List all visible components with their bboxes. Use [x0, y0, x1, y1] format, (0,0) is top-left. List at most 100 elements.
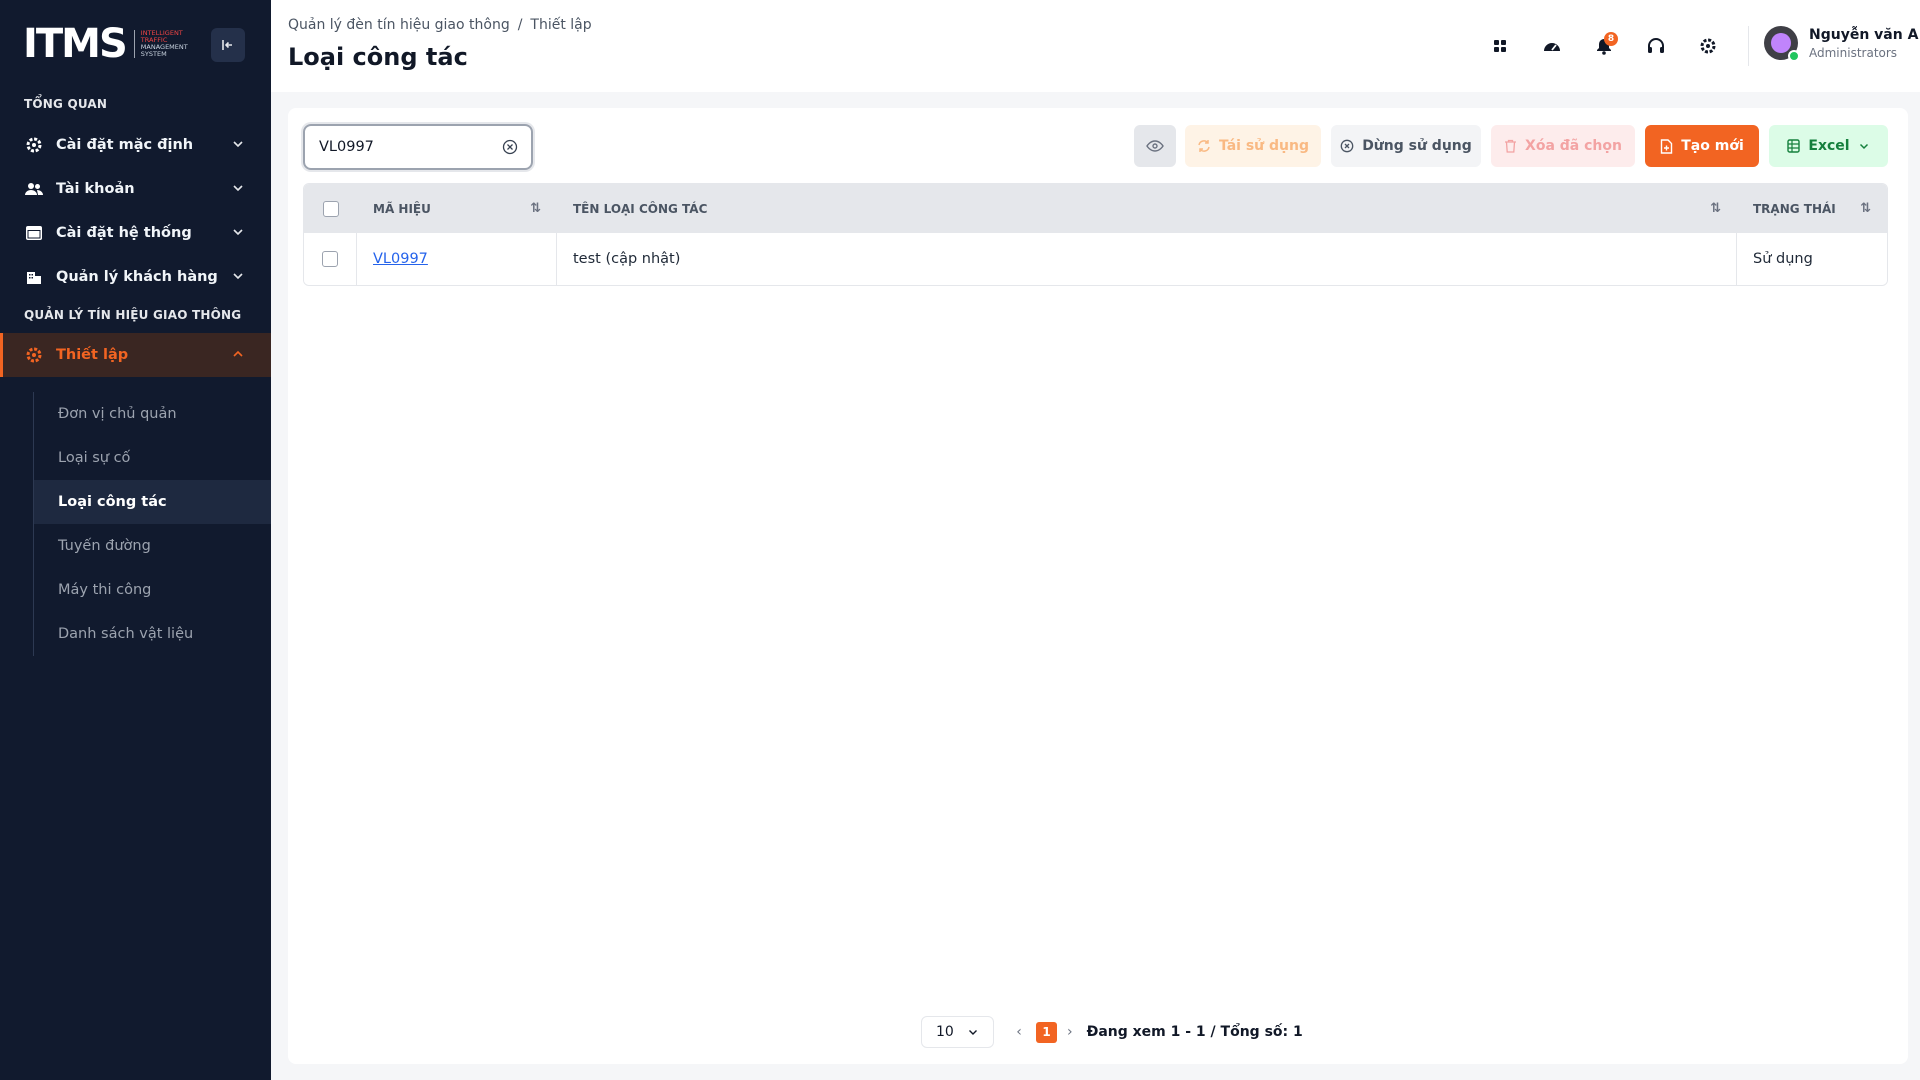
refresh-icon	[1198, 140, 1210, 152]
excel-export-button[interactable]: Excel	[1769, 125, 1888, 167]
search-input[interactable]	[319, 139, 501, 155]
sidebar-item-label: Thiết lập	[56, 347, 129, 363]
gear-icon	[24, 345, 44, 365]
section-title-overview: TỔNG QUAN	[24, 97, 108, 111]
header-actions: 8	[1482, 28, 1742, 64]
notifications-button[interactable]: 8	[1586, 28, 1622, 64]
breadcrumb-separator: /	[517, 17, 523, 33]
sidebar: ITMS INTELLIGENT TRAFFIC MANAGEMENT SYST…	[0, 0, 271, 1080]
column-header-status[interactable]: TRẠNG THÁI ⇅	[1737, 184, 1887, 233]
notification-badge: 8	[1604, 32, 1618, 46]
table-header: MÃ HIỆU ⇅ TÊN LOẠI CÔNG TÁC ⇅ TRẠNG THÁI…	[304, 184, 1887, 233]
window-icon	[24, 223, 44, 243]
logo-subtitle: INTELLIGENT TRAFFIC MANAGEMENT SYSTEM	[133, 30, 194, 58]
toggle-columns-button[interactable]	[1134, 125, 1176, 167]
column-header-label: TRẠNG THÁI	[1753, 201, 1836, 216]
file-plus-icon	[1661, 138, 1673, 154]
headset-icon	[1648, 38, 1664, 53]
user-info: Nguyễn văn A Administrators	[1809, 27, 1918, 60]
chevron-down-icon	[1859, 143, 1868, 150]
sidebar-item-label: Quản lý khách hàng	[56, 269, 218, 285]
delete-selected-label: Xóa đã chọn	[1525, 138, 1622, 154]
sort-icon[interactable]: ⇅	[530, 201, 541, 216]
collapse-left-icon	[222, 40, 232, 50]
grid-icon	[1494, 40, 1506, 52]
settings-button[interactable]	[1690, 28, 1726, 64]
submenu-item-incident-type[interactable]: Loại sự cố	[34, 436, 271, 480]
row-checkbox[interactable]	[322, 251, 338, 267]
status-cell: Sử dụng	[1753, 251, 1813, 267]
sidebar-item-label: Tài khoản	[56, 181, 135, 197]
prev-page-icon[interactable]: ‹	[1012, 1024, 1026, 1040]
submenu-item-routes[interactable]: Tuyến đường	[34, 524, 271, 568]
chevron-down-icon	[233, 273, 243, 280]
eye-icon	[1146, 140, 1164, 152]
search-box	[303, 124, 533, 170]
submenu-item-machines[interactable]: Máy thi công	[34, 568, 271, 612]
name-cell: test (cập nhật)	[557, 233, 1737, 285]
sidebar-item-label: Cài đặt hệ thống	[56, 225, 192, 241]
main-card: Tái sử dụng Dừng sử dụng Xóa đã chọn Tạo…	[288, 108, 1908, 1064]
logo-mark: ITMS	[23, 21, 128, 67]
chevron-up-icon	[233, 350, 243, 357]
column-header-label: MÃ HIỆU	[373, 201, 431, 216]
setup-submenu: Đơn vị chủ quản Loại sự cố Loại công tác…	[33, 392, 271, 656]
apps-button[interactable]	[1482, 28, 1518, 64]
code-link[interactable]: VL0997	[373, 251, 428, 267]
sidebar-item-system-settings[interactable]: Cài đặt hệ thống	[0, 211, 271, 255]
users-icon	[24, 179, 44, 199]
building-icon	[24, 267, 44, 287]
header-checkbox-cell	[304, 184, 357, 233]
chevron-down-icon	[233, 141, 243, 148]
chevron-down-icon	[233, 185, 243, 192]
sidebar-item-accounts[interactable]: Tài khoản	[0, 167, 271, 211]
breadcrumb: Quản lý đèn tín hiệu giao thông / Thiết …	[288, 17, 592, 33]
stop-use-button[interactable]: Dừng sử dụng	[1331, 125, 1481, 167]
breadcrumb-item-setup[interactable]: Thiết lập	[530, 17, 591, 33]
avatar	[1764, 26, 1800, 62]
stop-use-label: Dừng sử dụng	[1362, 138, 1472, 154]
table-row[interactable]: VL0997 test (cập nhật) Sử dụng	[304, 233, 1887, 285]
sort-icon[interactable]: ⇅	[1860, 201, 1871, 216]
dashboard-button[interactable]	[1534, 28, 1570, 64]
avatar-image	[1771, 33, 1791, 53]
breadcrumb-item-traffic[interactable]: Quản lý đèn tín hiệu giao thông	[288, 17, 510, 33]
user-name: Nguyễn văn A	[1809, 26, 1919, 43]
trash-icon	[1505, 139, 1517, 153]
sort-icon[interactable]: ⇅	[1710, 201, 1721, 216]
create-new-button[interactable]: Tạo mới	[1645, 125, 1759, 167]
gear-icon	[1700, 38, 1716, 54]
online-status-dot	[1788, 50, 1800, 62]
clear-search-icon[interactable]	[501, 138, 519, 156]
header-divider	[1748, 26, 1749, 66]
chevron-down-icon	[969, 1030, 977, 1035]
column-header-name[interactable]: TÊN LOẠI CÔNG TÁC ⇅	[557, 184, 1737, 233]
submenu-item-materials[interactable]: Danh sách vật liệu	[34, 612, 271, 656]
work-type-table: MÃ HIỆU ⇅ TÊN LOẠI CÔNG TÁC ⇅ TRẠNG THÁI…	[303, 183, 1888, 286]
reuse-button[interactable]: Tái sử dụng	[1185, 125, 1321, 167]
page-size-select[interactable]: 10	[921, 1016, 994, 1048]
excel-label: Excel	[1808, 138, 1850, 154]
submenu-item-work-type[interactable]: Loại công tác	[34, 480, 271, 524]
speedometer-icon	[1544, 43, 1560, 51]
sidebar-item-default-settings[interactable]: Cài đặt mặc định	[0, 123, 271, 167]
page-number-current[interactable]: 1	[1036, 1021, 1057, 1043]
user-menu[interactable]: Nguyễn văn A Administrators	[1764, 26, 1918, 62]
x-circle-icon	[1340, 139, 1354, 153]
logo-area: ITMS INTELLIGENT TRAFFIC MANAGEMENT SYST…	[0, 0, 271, 88]
chevron-down-icon	[233, 229, 243, 236]
header: Quản lý đèn tín hiệu giao thông / Thiết …	[271, 0, 1920, 92]
select-all-checkbox[interactable]	[322, 200, 339, 217]
delete-selected-button[interactable]: Xóa đã chọn	[1491, 125, 1635, 167]
pagination: 10 ‹ 1 › Đang xem 1 - 1 / Tổng số: 1	[921, 1016, 1303, 1048]
page-title: Loại công tác	[288, 43, 468, 71]
submenu-item-owner-unit[interactable]: Đơn vị chủ quản	[34, 392, 271, 436]
support-button[interactable]	[1638, 28, 1674, 64]
column-header-code[interactable]: MÃ HIỆU ⇅	[357, 184, 557, 233]
collapse-sidebar-button[interactable]	[211, 28, 245, 62]
sidebar-item-customers[interactable]: Quản lý khách hàng	[0, 255, 271, 299]
create-new-label: Tạo mới	[1681, 138, 1744, 154]
sidebar-item-setup[interactable]: Thiết lập	[0, 333, 271, 377]
next-page-icon[interactable]: ›	[1067, 1024, 1073, 1040]
spreadsheet-icon	[1787, 139, 1801, 153]
